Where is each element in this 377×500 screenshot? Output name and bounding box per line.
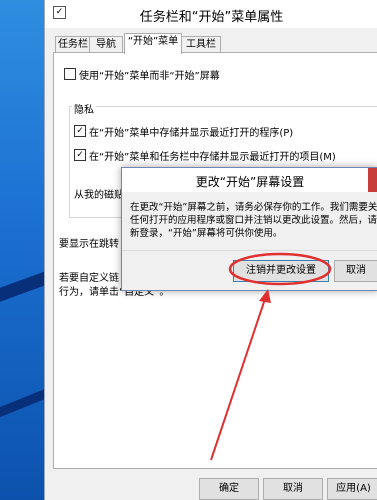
dialog-divider: [122, 250, 377, 251]
dialog-message: 在更改“开始”屏幕之前，请务必保存你的工作。我们需要关闭 任何打开的应用程序或窗…: [130, 201, 377, 240]
close-icon[interactable]: [368, 168, 377, 192]
dialog-message-line3: 新登录，“开始”屏幕将可供你使用。: [130, 228, 283, 239]
signout-change-settings-button[interactable]: 注销并更改设置: [233, 260, 329, 282]
jump-list-text: 要显示在跳转: [59, 239, 119, 250]
privacy-group-label: 隐私: [72, 101, 96, 116]
use-start-menu-label: 使用“开始”菜单而非“开始”屏幕: [79, 71, 220, 82]
recent-programs-label: 在“开始”菜单中存储并显示最近打开的程序(P): [89, 128, 294, 139]
recent-items-label: 在“开始”菜单和任务栏中存储并显示最近打开的项目(M): [89, 152, 336, 163]
window-titlebar: ✓ 任务栏和“开始”菜单属性: [45, 0, 377, 28]
change-start-screen-dialog: 更改“开始”屏幕设置 在更改“开始”屏幕之前，请务必保存你的工作。我们需要关闭 …: [121, 167, 377, 291]
jump-list-label: 从我的磁贴: [74, 190, 124, 201]
recent-programs-checkbox[interactable]: ✓: [74, 125, 86, 137]
dialog-title: 更改“开始”屏幕设置: [195, 175, 305, 189]
dialog-cancel-button[interactable]: 取消: [334, 260, 377, 282]
window-title: 任务栏和“开始”菜单属性: [139, 10, 284, 25]
tab-start-menu[interactable]: “开始”菜单: [124, 33, 182, 54]
customize-text-line1: 若要自定义链: [59, 273, 119, 284]
dialog-titlebar: 更改“开始”屏幕设置: [122, 168, 377, 192]
tab-navigation[interactable]: 导航: [89, 36, 123, 53]
recent-items-checkbox[interactable]: ✓: [74, 149, 86, 161]
dialog-message-line1: 在更改“开始”屏幕之前，请务必保存你的工作。我们需要关闭: [130, 202, 377, 213]
dialog-message-line2: 任何打开的应用程序或窗口并注销以更改此设置。然后，请重: [130, 215, 377, 226]
tab-taskbar[interactable]: 任务栏: [55, 36, 91, 53]
cancel-button[interactable]: 取消: [263, 478, 323, 500]
ok-button[interactable]: 确定: [199, 478, 259, 500]
use-start-menu-checkbox[interactable]: [64, 68, 76, 80]
apply-button[interactable]: 应用(A): [327, 478, 377, 500]
tab-toolbars[interactable]: 工具栏: [181, 36, 221, 53]
